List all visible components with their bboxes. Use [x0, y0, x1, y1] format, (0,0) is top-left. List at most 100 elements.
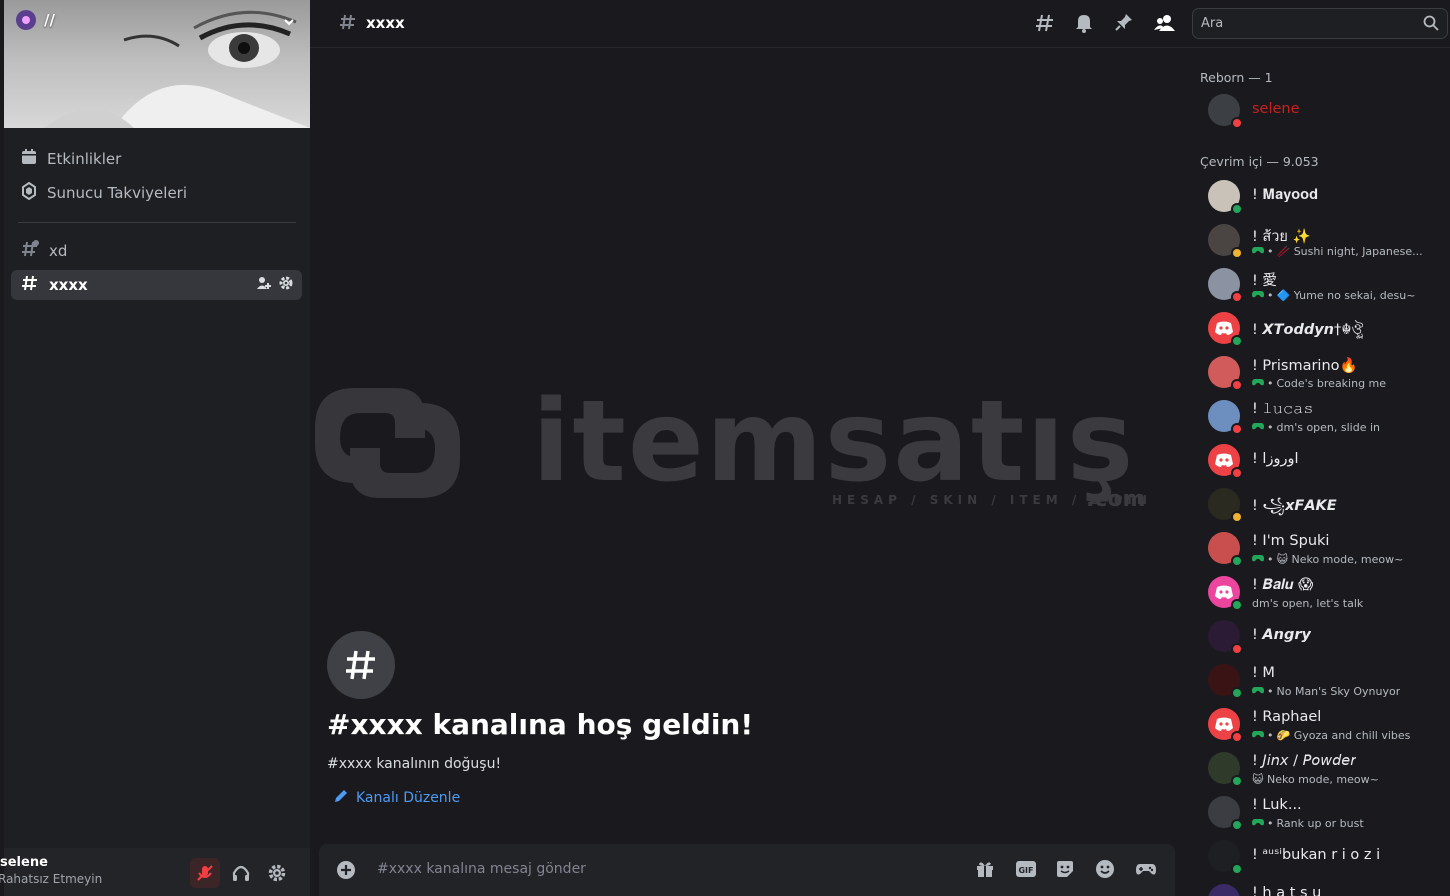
member-name: ! 愛	[1252, 273, 1277, 289]
member-item[interactable]: ! h a t s u•Rush Oynuyor	[1206, 880, 1446, 896]
nav-server-boosts-label: Sunucu Takviyeleri	[47, 184, 188, 202]
member-item[interactable]: ! ᵃᵘˢⁱbukan r i o z i	[1206, 836, 1446, 878]
gift-icon[interactable]	[975, 859, 995, 883]
status-online-icon	[1231, 819, 1243, 831]
headphones-icon	[232, 865, 250, 881]
member-group-label: Çevrim içi — 9.053	[1200, 154, 1319, 169]
search-input[interactable]	[1193, 9, 1413, 38]
bell-icon[interactable]	[1074, 12, 1094, 38]
watermark-word: itemsatış	[532, 388, 1135, 507]
user-status: Rahatsız Etmeyin	[0, 872, 103, 886]
member-activity-text: dm's open, let's talk	[1252, 597, 1364, 610]
search-box[interactable]	[1192, 8, 1448, 39]
status-dnd-icon	[1231, 379, 1243, 391]
member-item[interactable]: ! 𝘑𝘪𝘯𝘹 / 𝘗𝘰𝘸𝘥𝘦𝘳 😺 Neko mode, meow~	[1206, 748, 1446, 790]
member-item[interactable]: ! 𝑩𝒂𝒍𝒖 😱 dm's open, let's talk	[1206, 572, 1446, 614]
member-name: ! Raphael	[1252, 709, 1322, 725]
status-online-icon	[1231, 555, 1243, 567]
member-item[interactable]: ! ꧁𝙭𝙁𝘼𝙆𝙀	[1206, 484, 1446, 526]
member-name: ! ᵃᵘˢⁱbukan r i o z i	[1252, 847, 1381, 863]
sidebar-divider	[18, 222, 296, 223]
deafen-button[interactable]	[226, 858, 256, 888]
member-activity-text: No Man's Sky Oynuyor	[1276, 685, 1401, 698]
user-name[interactable]: selene	[0, 855, 48, 870]
member-item[interactable]: ! ส้วย ✨ • 🥢 Sushi night, Japanese...	[1206, 220, 1446, 262]
gif-label: GIF	[1018, 866, 1033, 875]
member-item[interactable]: ! 𝚕𝚞𝚌𝚊𝚜 • dm's open, slide in	[1206, 396, 1446, 438]
member-item[interactable]: ! M • No Man's Sky Oynuyor	[1206, 660, 1446, 702]
channel-xd[interactable]: xd	[18, 236, 302, 266]
mic-muted-icon	[197, 865, 213, 881]
status-online-icon	[1231, 863, 1243, 875]
server-name[interactable]: //	[44, 11, 55, 29]
add-attachment-button[interactable]	[336, 860, 356, 884]
member-name: ! ꧁𝙭𝙁𝘼𝙆𝙀	[1252, 498, 1337, 514]
member-activity: • dm's open, slide in	[1252, 421, 1380, 434]
hash-icon	[20, 273, 40, 297]
member-name: ! 𝚕𝚞𝚌𝚊𝚜	[1252, 401, 1314, 417]
member-name: ! M	[1252, 665, 1275, 681]
mute-mic-button[interactable]	[190, 858, 220, 888]
gamepad-icon	[1252, 289, 1264, 302]
channel-title: xxxx	[366, 14, 405, 32]
member-name: ! Luk...	[1252, 797, 1302, 813]
gamepad-icon	[1252, 817, 1264, 830]
gear-icon[interactable]	[278, 275, 294, 295]
member-name: ! I'm Spuki	[1252, 533, 1330, 549]
member-activity-text: dm's open, slide in	[1276, 421, 1381, 434]
member-activity: 😺 Neko mode, meow~	[1252, 773, 1379, 786]
member-item[interactable]: ! Prismarino🔥 • Code's breaking me	[1206, 352, 1446, 394]
member-name: ! 𝙓𝙏𝙤𝙙𝙙𝙮𝙣†☬ঔৣ	[1252, 322, 1364, 338]
member-activity-text: Code's breaking me	[1276, 377, 1387, 390]
status-dnd-icon	[1231, 643, 1243, 655]
nav-server-boosts[interactable]: Sunucu Takviyeleri	[18, 178, 302, 208]
member-activity-text: 😺 Neko mode, meow~	[1276, 553, 1404, 566]
user-settings-button[interactable]	[262, 858, 292, 888]
status-dnd-icon	[1231, 291, 1243, 303]
pencil-icon	[333, 788, 349, 808]
hash-icon	[346, 650, 375, 680]
activities-gamepad-icon[interactable]	[1135, 859, 1157, 883]
status-idle-icon	[1231, 511, 1243, 523]
member-item[interactable]: ! 愛 • 🔷 Yume no sekai, desu~	[1206, 264, 1446, 306]
hash-thread-icon	[20, 239, 40, 263]
avatar	[1208, 884, 1240, 896]
sticker-icon[interactable]	[1055, 859, 1075, 883]
status-online-icon	[1231, 775, 1243, 787]
member-item[interactable]: ! اوروزا	[1206, 440, 1446, 482]
status-dnd-icon	[1231, 731, 1243, 743]
watermark-logo: itemsatış HESAP / SKIN / ITEM / E-PIN .c…	[315, 388, 1147, 512]
channel-xxxx[interactable]: xxxx	[11, 270, 302, 300]
member-item[interactable]: ! Luk... • Rank up or bust	[1206, 792, 1446, 834]
member-name: ! 𝘼𝙣𝙜𝙧𝙮	[1252, 627, 1311, 643]
chevron-down-icon[interactable]	[282, 14, 296, 33]
member-item[interactable]: ! I'm Spuki • 😺 Neko mode, meow~	[1206, 528, 1446, 570]
separator-dot: •	[1267, 377, 1274, 390]
member-item[interactable]: ! 𝘼𝙣𝙜𝙧𝙮	[1206, 616, 1446, 658]
separator-dot: •	[1267, 289, 1274, 302]
member-item[interactable]: ! 𝐌𝐚𝐲𝐨𝐨𝐝	[1206, 176, 1446, 218]
message-input[interactable]	[375, 854, 935, 884]
server-icon[interactable]	[16, 10, 36, 30]
chat-area: itemsatış HESAP / SKIN / ITEM / E-PIN .c…	[310, 48, 1184, 896]
member-name: ! 𝘑𝘪𝘯𝘹 / 𝘗𝘰𝘸𝘥𝘦𝘳	[1252, 753, 1357, 769]
pin-icon[interactable]	[1114, 12, 1134, 38]
welcome-title: #xxxx kanalına hoş geldin!	[327, 708, 754, 741]
member-item[interactable]: ! 𝙓𝙏𝙤𝙙𝙙𝙮𝙣†☬ঔৣ	[1206, 308, 1446, 350]
emoji-icon[interactable]	[1095, 859, 1115, 883]
edit-channel-button[interactable]: Kanalı Düzenle	[333, 788, 460, 808]
member-item[interactable]: selene	[1206, 90, 1446, 132]
members-icon[interactable]	[1154, 12, 1176, 38]
message-composer: GIF	[319, 844, 1175, 896]
server-banner: //	[4, 0, 310, 128]
gif-button[interactable]: GIF	[1015, 859, 1037, 883]
member-item[interactable]: ! Raphael • 🌮 Gyoza and chill vibes	[1206, 704, 1446, 746]
nav-events[interactable]: Etkinlikler	[18, 144, 302, 174]
channel-xxxx-label: xxxx	[49, 276, 88, 294]
search-icon[interactable]	[1423, 15, 1439, 35]
member-activity-text: 🥢 Sushi night, Japanese...	[1276, 245, 1423, 258]
gamepad-icon	[1252, 377, 1264, 390]
gamepad-icon	[1252, 729, 1264, 742]
invite-user-icon[interactable]	[256, 275, 272, 295]
threads-icon[interactable]	[1034, 12, 1056, 38]
